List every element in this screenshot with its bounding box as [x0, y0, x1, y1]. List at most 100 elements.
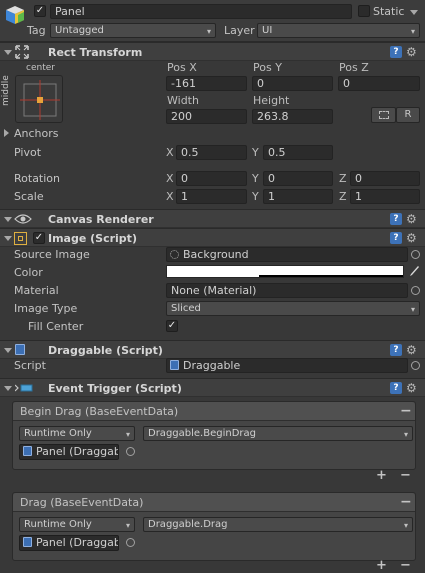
draggable-component-title: Draggable (Script) [48, 344, 163, 357]
pos-x-field[interactable]: -161 [166, 76, 247, 91]
static-checkbox[interactable] [358, 5, 370, 17]
chevron-down-icon: ▾ [410, 305, 415, 314]
script-value: Draggable [183, 359, 241, 372]
material-label: Material [14, 284, 59, 297]
image-component-header[interactable]: ✓ Image (Script) ? ⚙ [0, 228, 425, 247]
blueprint-mode-button[interactable] [371, 107, 396, 123]
layer-dropdown[interactable]: UI ▾ [257, 23, 420, 38]
pivot-x-field[interactable]: 0.5 [176, 145, 247, 160]
add-listener-button[interactable]: + [376, 558, 387, 573]
chevron-down-icon: ▾ [410, 27, 415, 36]
scale-label: Scale [14, 190, 44, 203]
scale-z-axis-label: Z [339, 190, 347, 203]
eye-icon [14, 213, 32, 225]
gameobject-name-field[interactable]: Panel [50, 4, 352, 19]
rotation-x-field[interactable]: 0 [176, 171, 247, 186]
source-image-label: Source Image [14, 248, 90, 261]
runtime-mode-value: Runtime Only [24, 428, 92, 439]
object-picker-icon[interactable] [411, 286, 420, 295]
rect-transform-icon [15, 45, 29, 59]
rect-transform-header[interactable]: Rect Transform ? ⚙ [0, 42, 425, 61]
chevron-down-icon: ▾ [403, 521, 408, 530]
foldout-arrow-icon[interactable] [4, 50, 12, 55]
image-type-dropdown[interactable]: Sliced ▾ [166, 301, 420, 316]
gear-icon[interactable]: ⚙ [406, 213, 417, 225]
target-object-field[interactable]: Panel (Draggabl [19, 444, 119, 460]
anchor-presets-button[interactable] [15, 75, 63, 123]
scale-y-axis-label: Y [252, 190, 259, 203]
event-trigger-header[interactable]: Event Trigger (Script) ? ⚙ [0, 378, 425, 397]
gear-icon[interactable]: ⚙ [406, 382, 417, 394]
event-entry-header: Drag (BaseEventData) − [13, 493, 415, 512]
help-icon[interactable]: ? [390, 382, 402, 394]
draggable-component-header[interactable]: Draggable (Script) ? ⚙ [0, 340, 425, 359]
rotation-label: Rotation [14, 172, 61, 185]
gameobject-cube-icon [4, 4, 26, 26]
help-icon[interactable]: ? [390, 46, 402, 58]
layer-value: UI [262, 25, 273, 36]
event-trigger-icon [14, 383, 33, 393]
foldout-arrow-icon[interactable] [4, 217, 12, 222]
target-object-value: Panel (Draggabl [36, 445, 119, 458]
object-picker-icon[interactable] [126, 447, 135, 456]
color-swatch[interactable] [166, 265, 404, 278]
runtime-mode-dropdown[interactable]: Runtime Only ▾ [19, 426, 135, 441]
script-field[interactable]: Draggable [166, 358, 408, 373]
help-icon[interactable]: ? [390, 213, 402, 225]
target-object-field[interactable]: Panel (Draggabl [19, 535, 119, 551]
tag-value: Untagged [55, 25, 104, 36]
canvas-renderer-header[interactable]: Canvas Renderer ? ⚙ [0, 209, 425, 228]
function-dropdown[interactable]: Draggable.BeginDrag ▾ [143, 426, 413, 441]
pos-z-field[interactable]: 0 [338, 76, 420, 91]
event-entry-title: Drag (BaseEventData) [20, 496, 144, 509]
source-image-field[interactable]: Background [166, 247, 408, 262]
remove-listener-button[interactable]: − [400, 468, 411, 483]
runtime-mode-dropdown[interactable]: Runtime Only ▾ [19, 517, 135, 532]
fill-center-checkbox[interactable]: ✓ [166, 320, 178, 332]
rotation-z-field[interactable]: 0 [350, 171, 420, 186]
pos-y-field[interactable]: 0 [252, 76, 333, 91]
scale-x-field[interactable]: 1 [176, 189, 247, 204]
object-picker-icon[interactable] [411, 361, 420, 370]
remove-listener-button[interactable]: − [400, 558, 411, 573]
scale-z-field[interactable]: 1 [350, 189, 420, 204]
foldout-arrow-icon[interactable] [4, 236, 12, 241]
rotation-z-axis-label: Z [339, 172, 347, 185]
anchors-label[interactable]: Anchors [14, 127, 59, 140]
foldout-arrow-icon[interactable] [4, 348, 12, 353]
remove-event-button[interactable]: − [400, 494, 412, 510]
image-enabled-checkbox[interactable]: ✓ [33, 232, 45, 244]
remove-event-button[interactable]: − [400, 403, 412, 419]
width-field[interactable]: 200 [166, 109, 247, 124]
gear-icon[interactable]: ⚙ [406, 232, 417, 244]
rotation-y-field[interactable]: 0 [263, 171, 333, 186]
alpha-bar [259, 275, 403, 277]
gameobject-active-checkbox[interactable]: ✓ [34, 5, 46, 17]
help-icon[interactable]: ? [390, 344, 402, 356]
event-entry-title: Begin Drag (BaseEventData) [20, 405, 179, 418]
material-field[interactable]: None (Material) [166, 283, 408, 298]
scale-y-field[interactable]: 1 [263, 189, 333, 204]
foldout-arrow-icon[interactable] [4, 386, 12, 391]
gear-icon[interactable]: ⚙ [406, 46, 417, 58]
pivot-y-field[interactable]: 0.5 [263, 145, 333, 160]
height-field[interactable]: 263.8 [252, 109, 333, 124]
script-icon [170, 360, 179, 370]
raw-edit-button[interactable]: R [396, 107, 420, 123]
object-picker-icon[interactable] [126, 538, 135, 547]
add-listener-button[interactable]: + [376, 468, 387, 483]
static-dropdown-icon[interactable] [410, 10, 418, 15]
function-dropdown[interactable]: Draggable.Drag ▾ [143, 517, 413, 532]
object-picker-icon[interactable] [411, 250, 420, 259]
image-component-icon [14, 232, 27, 245]
image-type-label: Image Type [14, 302, 78, 315]
gear-icon[interactable]: ⚙ [406, 344, 417, 356]
help-icon[interactable]: ? [390, 232, 402, 244]
pivot-y-axis-label: Y [252, 146, 259, 159]
chevron-down-icon: ▾ [125, 430, 130, 439]
tag-dropdown[interactable]: Untagged ▾ [50, 23, 216, 38]
event-entry-drag: Drag (BaseEventData) − Runtime Only ▾ Dr… [12, 492, 416, 561]
anchors-foldout-icon[interactable] [4, 129, 9, 137]
script-icon [15, 344, 25, 355]
eyedropper-icon[interactable] [408, 265, 420, 278]
